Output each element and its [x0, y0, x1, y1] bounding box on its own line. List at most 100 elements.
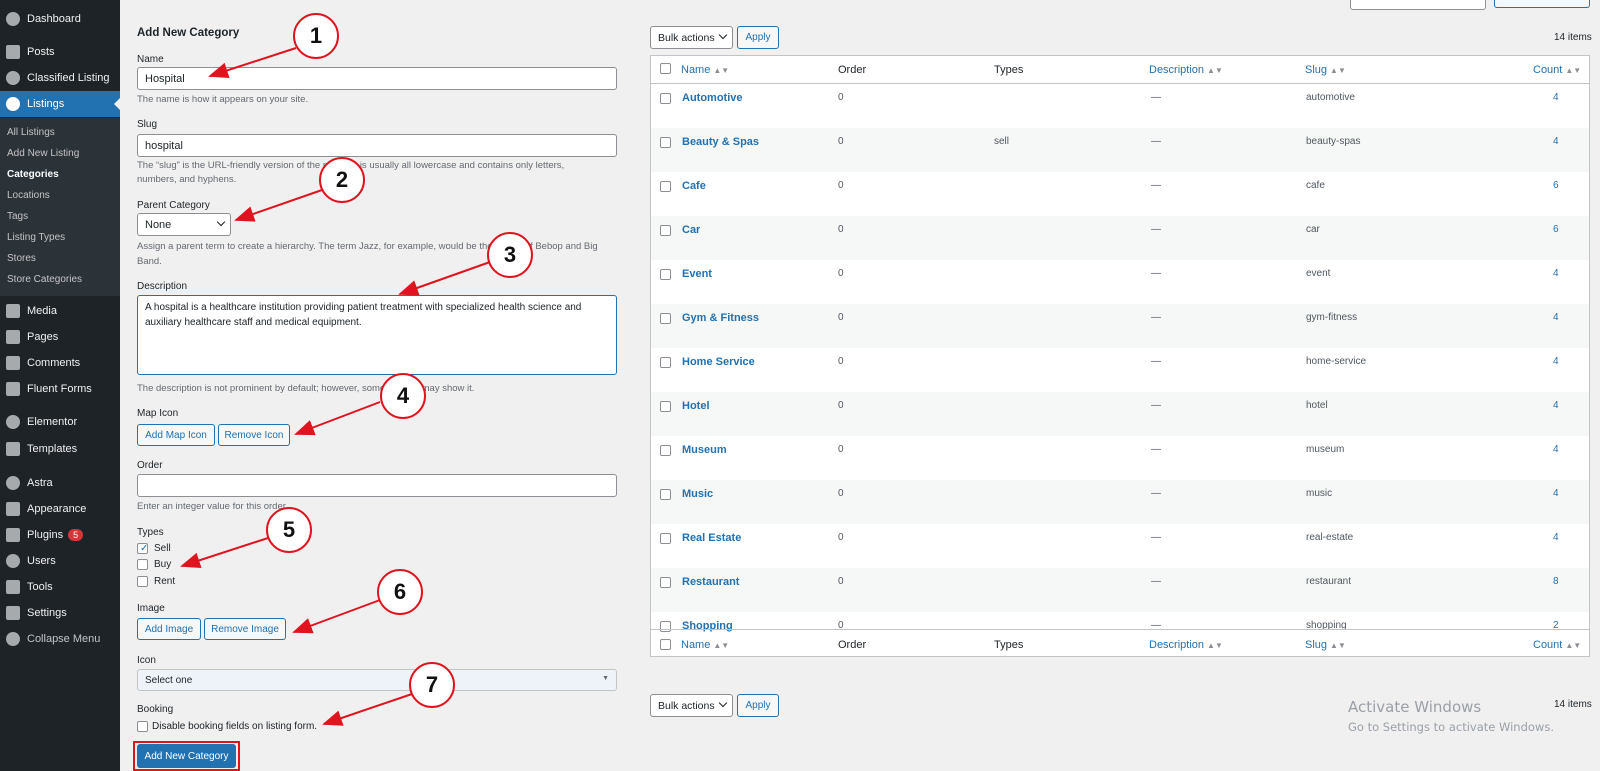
description-textarea[interactable]: A hospital is a healthcare institution p…: [137, 295, 617, 375]
plugins-update-badge: 5: [68, 529, 84, 541]
row-checkbox[interactable]: [660, 93, 671, 104]
row-name-link[interactable]: Gym & Fitness: [682, 312, 759, 324]
row-slug: gym-fitness: [1306, 312, 1358, 323]
col-slug-footer[interactable]: Slug ▲▼: [1305, 639, 1346, 651]
row-description: —: [1151, 444, 1161, 455]
menu-templates[interactable]: Templates: [0, 436, 120, 462]
col-count[interactable]: Count ▲▼: [1533, 64, 1581, 76]
apply-button-top[interactable]: Apply: [737, 26, 779, 49]
remove-icon-button[interactable]: Remove Icon: [218, 424, 290, 446]
row-name-link[interactable]: Cafe: [682, 180, 706, 192]
disable-booking-checkbox[interactable]: [137, 721, 148, 732]
row-count-link[interactable]: 4: [1553, 488, 1559, 499]
type-buy-checkbox[interactable]: [137, 559, 148, 570]
menu-appearance[interactable]: Appearance: [0, 496, 120, 522]
menu-classified-listing[interactable]: Classified Listing: [0, 65, 120, 91]
row-name-link[interactable]: Real Estate: [682, 532, 741, 544]
remove-image-button[interactable]: Remove Image: [204, 618, 286, 640]
type-buy-label: Buy: [154, 559, 172, 570]
row-count-link[interactable]: 4: [1553, 92, 1559, 103]
menu-media[interactable]: Media: [0, 298, 120, 324]
submenu-locations[interactable]: Locations: [7, 190, 50, 201]
row-name-link[interactable]: Automotive: [682, 92, 743, 104]
slug-input[interactable]: hospital: [137, 134, 617, 157]
row-count-link[interactable]: 6: [1553, 180, 1559, 191]
row-name-link[interactable]: Car: [682, 224, 700, 236]
menu-dashboard[interactable]: Dashboard: [0, 6, 120, 32]
row-count-link[interactable]: 4: [1553, 268, 1559, 279]
row-checkbox[interactable]: [660, 401, 671, 412]
menu-tools[interactable]: Tools: [0, 574, 120, 600]
menu-pages[interactable]: Pages: [0, 324, 120, 350]
row-checkbox[interactable]: [660, 445, 671, 456]
row-count-link[interactable]: 4: [1553, 312, 1559, 323]
type-sell-checkbox[interactable]: ✓: [137, 543, 148, 554]
menu-fluent-forms[interactable]: Fluent Forms: [0, 376, 120, 402]
menu-listings[interactable]: Listings: [0, 91, 120, 117]
user-icon: [6, 554, 20, 568]
submenu-all-listings[interactable]: All Listings: [7, 127, 55, 138]
type-rent-checkbox[interactable]: [137, 576, 148, 587]
row-name-link[interactable]: Restaurant: [682, 576, 739, 588]
row-count-link[interactable]: 4: [1553, 444, 1559, 455]
row-checkbox[interactable]: [660, 137, 671, 148]
search-categories-button[interactable]: [1494, 0, 1590, 8]
menu-plugins[interactable]: Plugins 5: [0, 522, 120, 548]
name-input[interactable]: Hospital: [137, 67, 617, 90]
col-name[interactable]: Name ▲▼: [681, 64, 729, 76]
select-all-checkbox-footer[interactable]: [660, 639, 671, 650]
row-name-link[interactable]: Museum: [682, 444, 727, 456]
row-count-link[interactable]: 4: [1553, 356, 1559, 367]
row-checkbox[interactable]: [660, 225, 671, 236]
submenu-store-categories[interactable]: Store Categories: [7, 274, 82, 285]
submenu-tags[interactable]: Tags: [7, 211, 28, 222]
row-checkbox[interactable]: [660, 181, 671, 192]
row-count-link[interactable]: 4: [1553, 400, 1559, 411]
row-name-link[interactable]: Beauty & Spas: [682, 136, 759, 148]
add-image-button[interactable]: Add Image: [137, 618, 201, 640]
search-input[interactable]: [1350, 0, 1486, 10]
row-name-link[interactable]: Music: [682, 488, 713, 500]
row-count-link[interactable]: 4: [1553, 532, 1559, 543]
apply-button-bottom[interactable]: Apply: [737, 694, 779, 717]
menu-collapse[interactable]: Collapse Menu: [0, 626, 120, 652]
windows-watermark-sub: Go to Settings to activate Windows.: [1348, 720, 1554, 734]
submenu-categories[interactable]: Categories: [7, 169, 59, 180]
select-all-checkbox[interactable]: [660, 63, 671, 74]
add-new-category-button[interactable]: Add New Category: [137, 744, 236, 768]
submenu-listing-types[interactable]: Listing Types: [7, 232, 65, 243]
bulk-actions-select-bottom[interactable]: Bulk actions: [650, 694, 733, 717]
col-description[interactable]: Description ▲▼: [1149, 64, 1223, 76]
menu-users[interactable]: Users: [0, 548, 120, 574]
menu-astra[interactable]: Astra: [0, 470, 120, 496]
bulk-actions-select-top[interactable]: Bulk actions: [650, 26, 733, 49]
row-count-link[interactable]: 4: [1553, 136, 1559, 147]
row-name-link[interactable]: Home Service: [682, 356, 755, 368]
menu-comments[interactable]: Comments: [0, 350, 120, 376]
order-input[interactable]: [137, 474, 617, 497]
parent-category-select[interactable]: None: [137, 213, 231, 236]
row-checkbox[interactable]: [660, 577, 671, 588]
row-name-link[interactable]: Hotel: [682, 400, 710, 412]
submenu-add-new-listing[interactable]: Add New Listing: [7, 148, 79, 159]
row-checkbox[interactable]: [660, 269, 671, 280]
row-checkbox[interactable]: [660, 533, 671, 544]
add-map-icon-button[interactable]: Add Map Icon: [137, 424, 215, 446]
row-count-link[interactable]: 8: [1553, 576, 1559, 587]
col-slug[interactable]: Slug ▲▼: [1305, 64, 1346, 76]
row-name-link[interactable]: Event: [682, 268, 712, 280]
col-description-footer[interactable]: Description ▲▼: [1149, 639, 1223, 651]
name-description: The name is how it appears on your site.: [137, 94, 309, 105]
col-count-footer[interactable]: Count ▲▼: [1533, 639, 1581, 651]
col-name-footer[interactable]: Name ▲▼: [681, 639, 729, 651]
table-row: Hotel 0 — hotel 4: [651, 392, 1589, 436]
icon-select[interactable]: Select one ▼: [137, 669, 617, 691]
menu-settings[interactable]: Settings: [0, 600, 120, 626]
submenu-stores[interactable]: Stores: [7, 253, 36, 264]
row-count-link[interactable]: 6: [1553, 224, 1559, 235]
row-checkbox[interactable]: [660, 489, 671, 500]
menu-elementor[interactable]: Elementor: [0, 409, 120, 435]
row-checkbox[interactable]: [660, 313, 671, 324]
row-checkbox[interactable]: [660, 357, 671, 368]
menu-posts[interactable]: Posts: [0, 39, 120, 65]
